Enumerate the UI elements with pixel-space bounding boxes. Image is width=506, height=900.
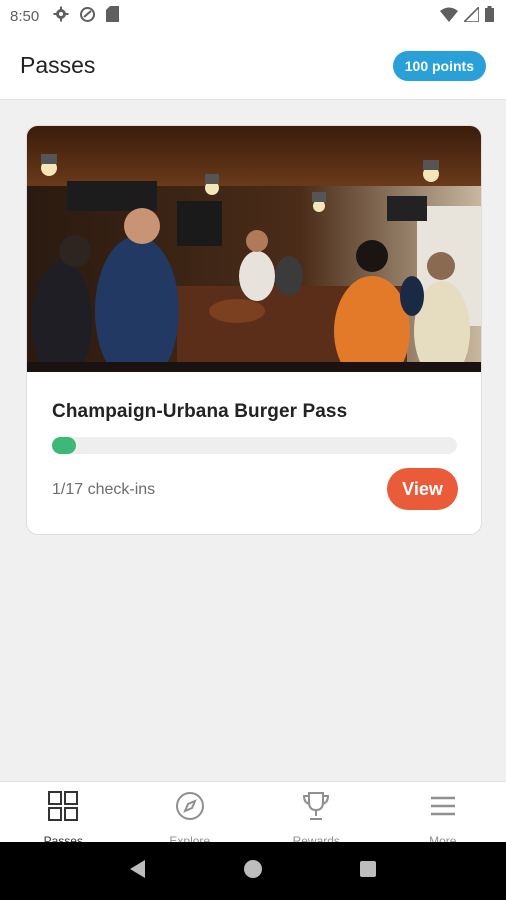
checkins-count: 1/17 check-ins: [52, 481, 156, 498]
recents-icon[interactable]: [357, 858, 379, 885]
pass-card-image: [27, 126, 481, 372]
progress-fill: [52, 437, 76, 454]
status-right-icons: [440, 4, 494, 26]
gear-icon: [53, 6, 69, 26]
grid-icon: [47, 790, 79, 827]
back-icon[interactable]: [127, 858, 149, 885]
progress-bar: [52, 437, 457, 454]
bottom-nav: Passes Explore Rewards More: [0, 781, 506, 848]
data-saver-icon: [79, 6, 96, 27]
cell-signal-icon: [462, 4, 480, 26]
home-icon[interactable]: [242, 858, 264, 885]
app-header: Passes 100 points: [0, 32, 506, 100]
view-button[interactable]: View: [387, 468, 458, 510]
system-nav-bar: [0, 842, 506, 900]
points-badge[interactable]: 100 points: [392, 50, 486, 81]
status-bar: 8:50: [0, 0, 506, 32]
main-content: Champaign-Urbana Burger Pass 1/17 check-…: [0, 101, 506, 781]
nav-item-rewards[interactable]: Rewards: [253, 782, 380, 848]
menu-icon: [427, 790, 459, 827]
page-title: Passes: [20, 52, 96, 78]
nav-item-explore[interactable]: Explore: [127, 782, 254, 848]
sd-card-icon: [106, 6, 120, 26]
trophy-icon: [300, 790, 332, 827]
compass-icon: [174, 790, 206, 827]
wifi-icon: [440, 7, 458, 26]
nav-item-more[interactable]: More: [380, 782, 506, 848]
status-time: 8:50: [10, 7, 40, 25]
nav-item-passes[interactable]: Passes: [0, 782, 127, 848]
battery-icon: [485, 6, 494, 26]
status-left-icons: [53, 6, 120, 27]
pass-title: Champaign-Urbana Burger Pass: [52, 401, 348, 422]
pass-card[interactable]: Champaign-Urbana Burger Pass 1/17 check-…: [26, 125, 482, 535]
